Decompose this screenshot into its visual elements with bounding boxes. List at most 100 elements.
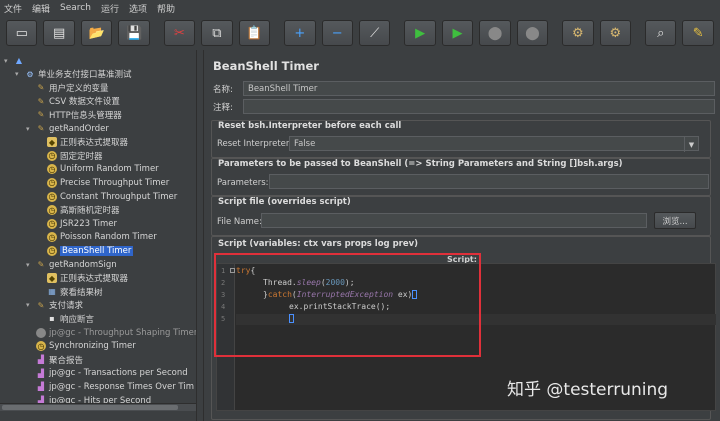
search-button[interactable]: ⌕ (645, 20, 677, 46)
testplan-icon: ▲ (15, 56, 23, 65)
reset-interpreter-label: Reset Interpreter: (217, 139, 293, 149)
tree-node[interactable]: ✎ 用户定义的变量 (26, 81, 109, 94)
tree-node[interactable]: ▾ ✎ getRandOrder (26, 122, 109, 135)
expand-toggle-icon[interactable]: ▾ (26, 125, 34, 133)
toggle-button[interactable]: ⟋ (358, 20, 391, 46)
tree-node[interactable]: ▟ 聚合报告 (26, 353, 83, 366)
tree-horizontal-scrollbar[interactable] (0, 403, 196, 411)
tree-node[interactable]: ▾ ▲ (4, 54, 27, 67)
reset-search-button[interactable]: ✎ (682, 20, 714, 46)
clear-button[interactable]: ⚙ (562, 20, 594, 46)
menu-item-1[interactable]: 编辑 (32, 2, 50, 15)
tree-node[interactable]: ▾ ⚙ 单业务支付接口基准测试 (15, 68, 132, 81)
config-icon: ✎ (37, 83, 45, 93)
timer-icon: ◷ (47, 205, 57, 216)
menu-item-3[interactable]: 运行 (101, 2, 119, 15)
name-field[interactable]: BeanShell Timer (243, 81, 715, 96)
timer-icon: ◷ (47, 150, 57, 161)
reset-interpreter-select[interactable]: False ▼ (289, 136, 699, 152)
expand-button[interactable]: + (284, 20, 316, 46)
tree-node[interactable]: ▦ 察看结果树 (37, 285, 103, 298)
tree-node[interactable]: ◷ Precise Throughput Timer (37, 176, 169, 189)
menu-item-0[interactable]: 文件 (4, 2, 22, 15)
new-button[interactable]: ▭ (6, 20, 38, 46)
tree-node[interactable]: ◷ Uniform Random Timer (37, 163, 159, 176)
fold-icon[interactable] (230, 268, 235, 273)
paste-button[interactable]: 📋 (238, 20, 271, 46)
expand-toggle-icon[interactable]: ▾ (4, 57, 12, 65)
tree-node[interactable]: ✎ HTTP信息头管理器 (26, 108, 122, 121)
tree-node[interactable]: ◆ 正则表达式提取器 (37, 272, 128, 285)
collapse-icon: − (331, 25, 343, 41)
tree-node-label: jp@gc - Response Times Over Tim (49, 381, 194, 392)
tree-node-label: Poisson Random Timer (60, 232, 157, 243)
tree-node[interactable]: ▾ ✎ 支付请求 (26, 299, 83, 312)
file-name-field[interactable] (261, 213, 647, 228)
split-pane-divider[interactable] (196, 50, 204, 421)
tree-node[interactable]: ▪ 响应断言 (37, 312, 94, 325)
clear-all-button[interactable]: ⚙ (599, 20, 631, 46)
chevron-down-icon[interactable]: ▼ (684, 137, 698, 152)
tree-node[interactable]: ◆ 正则表达式提取器 (37, 136, 128, 149)
tree-node[interactable]: ◷ 固定定时器 (37, 149, 103, 162)
script-icon: ◆ (47, 137, 57, 148)
config-icon: ✎ (37, 96, 45, 106)
expand-toggle-icon[interactable]: ▾ (26, 301, 34, 309)
menu-item-4[interactable]: 选项 (129, 2, 147, 15)
parameters-section-title: Parameters to be passed to BeanShell (=>… (218, 159, 623, 169)
line-number: 1 (221, 267, 226, 275)
tree-node[interactable]: ◷ JSR223 Timer (37, 217, 117, 230)
tree-node[interactable]: ◷ Synchronizing Timer (26, 340, 136, 353)
timer-icon: ◷ (47, 218, 57, 229)
menu-item-2[interactable]: Search (60, 3, 91, 13)
tree-node[interactable]: ◷ 高斯随机定时器 (37, 204, 120, 217)
tree-node[interactable]: ◷ Poisson Random Timer (37, 231, 157, 244)
tree-node-label: getRandomSign (49, 259, 117, 270)
open-button[interactable]: 📂 (80, 20, 113, 46)
current-line-highlight (236, 314, 716, 325)
timer-icon: ◷ (47, 232, 57, 243)
timer-icon: ◷ (47, 177, 57, 188)
stop-button[interactable]: ⬤ (479, 20, 511, 46)
tree-node-label: 固定定时器 (60, 151, 103, 162)
reset-interpreter-value: False (294, 138, 316, 149)
start-button[interactable]: ▶ (404, 20, 436, 46)
tree-node[interactable]: ▟ jp@gc - Response Times Over Tim (26, 380, 194, 393)
shutdown-icon: ⬤ (525, 25, 540, 41)
expand-toggle-icon[interactable]: ▾ (26, 261, 34, 269)
clear-icon: ⚙ (572, 25, 584, 41)
copy-icon: ⧉ (212, 25, 222, 41)
script-section-title: Script (variables: ctx vars props log pr… (218, 239, 419, 249)
timer-icon: ◷ (47, 191, 57, 202)
comment-label: 注释: (213, 103, 233, 113)
save-button[interactable]: 💾 (118, 20, 150, 46)
tree-node[interactable]: ◷ BeanShell Timer (37, 244, 134, 257)
copy-button[interactable]: ⧉ (201, 20, 233, 46)
tree-node-label: jp@gc - Throughput Shaping Timer (49, 327, 196, 338)
line-number: 4 (221, 303, 226, 311)
shutdown-button[interactable]: ⬤ (516, 20, 549, 46)
start-no-pause-icon: ▶ (452, 25, 463, 41)
comment-field[interactable] (243, 99, 715, 114)
parameters-field[interactable] (269, 174, 709, 189)
tree-node[interactable]: jp@gc - Throughput Shaping Timer (26, 326, 196, 339)
tree-node-label: Precise Throughput Timer (60, 177, 170, 188)
scrollbar-thumb[interactable] (2, 405, 178, 410)
expand-toggle-icon[interactable]: ▾ (15, 70, 23, 78)
cut-button[interactable]: ✂ (163, 20, 196, 46)
templates-button[interactable]: ▤ (43, 20, 75, 46)
tree-node[interactable]: ▾ ✎ getRandomSign (26, 258, 117, 271)
browse-button[interactable]: 浏览... (654, 212, 696, 229)
start-no-pause-button[interactable]: ▶ (441, 20, 474, 46)
save-icon: 💾 (125, 25, 143, 41)
collapse-button[interactable]: − (321, 20, 353, 46)
tree-node-label: 用户定义的变量 (49, 83, 109, 94)
tree-node-label: 察看结果树 (60, 287, 103, 298)
tree-node[interactable]: ◷ Constant Throughput Timer (37, 190, 177, 203)
tree-node[interactable]: ✎ CSV 数据文件设置 (26, 95, 120, 108)
script-file-section-title: Script file (overrides script) (218, 197, 351, 207)
tree-node[interactable]: ▟ jp@gc - Transactions per Second (26, 367, 188, 380)
tree-node-label: Uniform Random Timer (60, 164, 159, 175)
sampler-icon: ✎ (37, 260, 45, 269)
menu-item-5[interactable]: 帮助 (157, 2, 175, 15)
